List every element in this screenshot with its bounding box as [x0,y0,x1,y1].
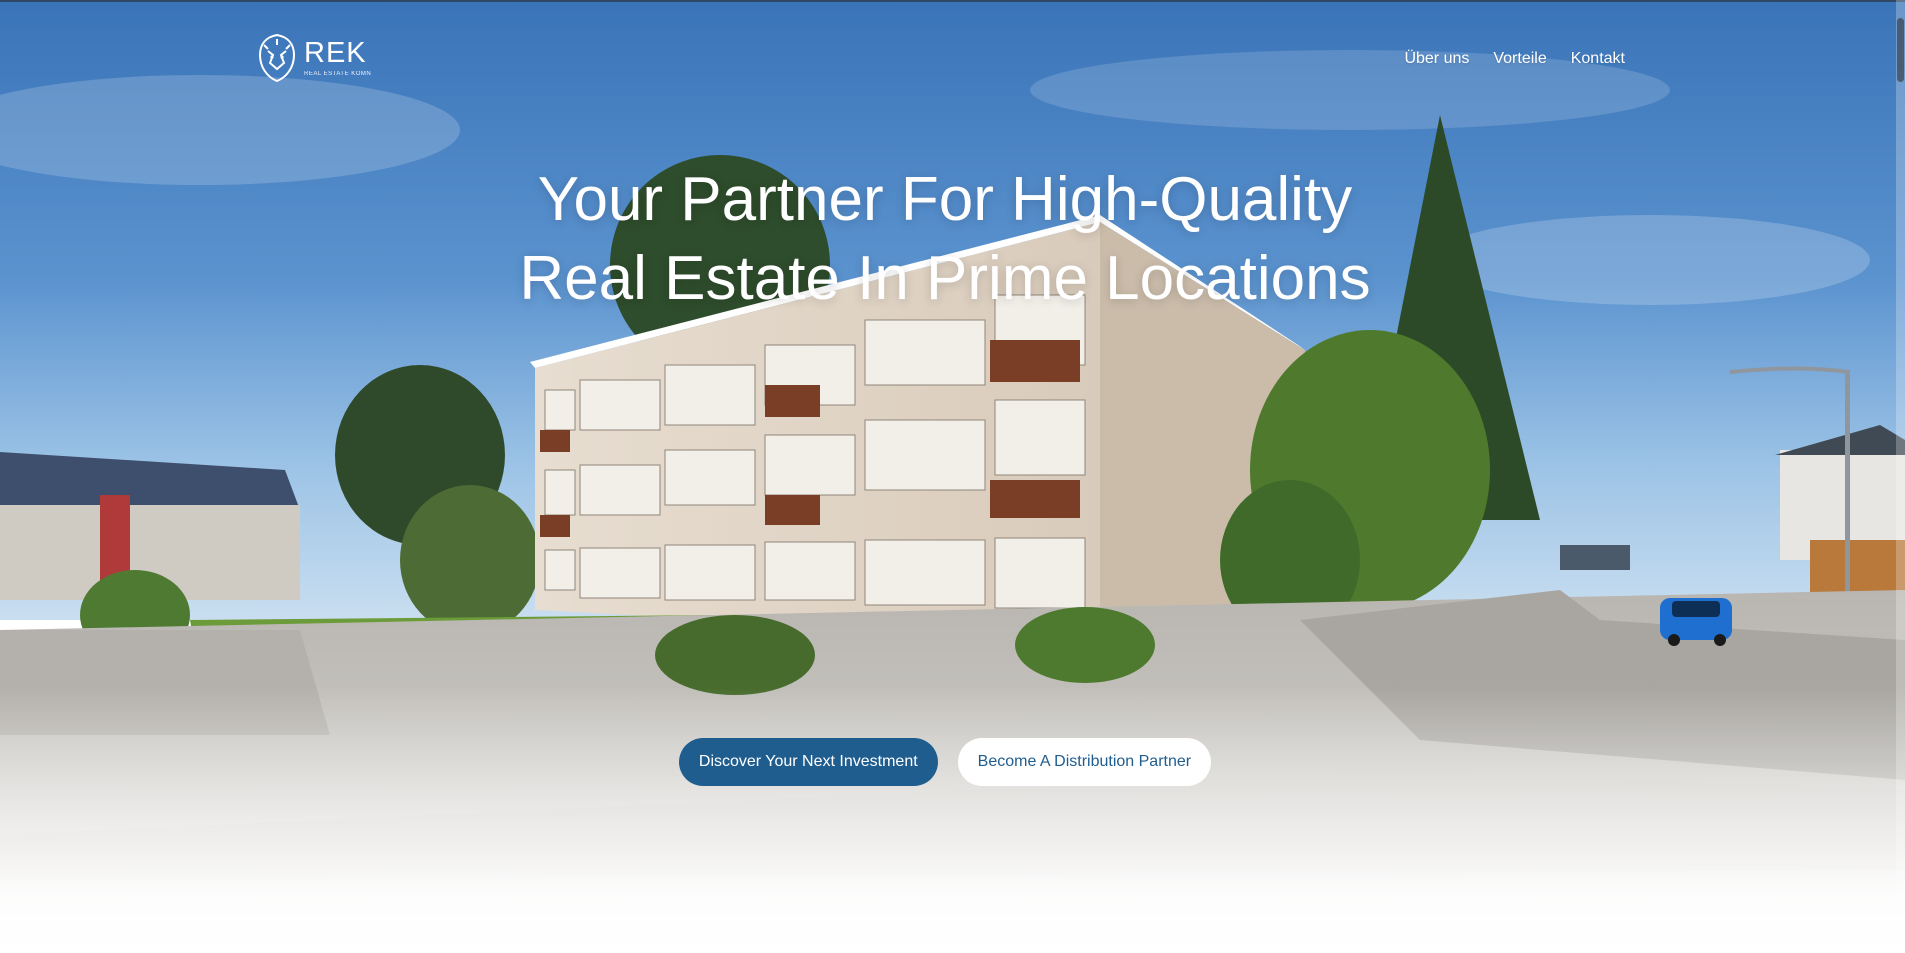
brand-text: REK REAL ESTATE KOMN [304,37,372,78]
scrollbar-thumb[interactable] [1897,18,1904,82]
nav-item-vorteile[interactable]: Vorteile [1493,50,1546,68]
hero-headline: Your Partner For High-Quality Real Estat… [0,160,1890,318]
hero-section [0,0,1905,953]
discover-investment-button[interactable]: Discover Your Next Investment [678,738,938,786]
hero-headline-line-2: Real Estate In Prime Locations [519,244,1371,313]
hero-cta-group: Discover Your Next Investment Become A D… [0,738,1890,786]
page-scrollbar[interactable] [1896,0,1905,953]
distribution-partner-button[interactable]: Become A Distribution Partner [957,738,1212,786]
main-nav: Über uns Vorteile Kontakt [1404,50,1625,68]
nav-item-uber-uns[interactable]: Über uns [1404,50,1469,68]
brand-tagline: REAL ESTATE KOMN [304,71,372,77]
hero-background-photo [0,0,1905,953]
hero-headline-line-1: Your Partner For High-Quality [537,165,1353,234]
brand-name: REK [304,37,367,69]
lion-head-icon [258,33,296,83]
brand-logo[interactable]: REK REAL ESTATE KOMN [256,33,371,83]
nav-item-kontakt[interactable]: Kontakt [1571,50,1625,68]
window-top-edge [0,0,1905,2]
